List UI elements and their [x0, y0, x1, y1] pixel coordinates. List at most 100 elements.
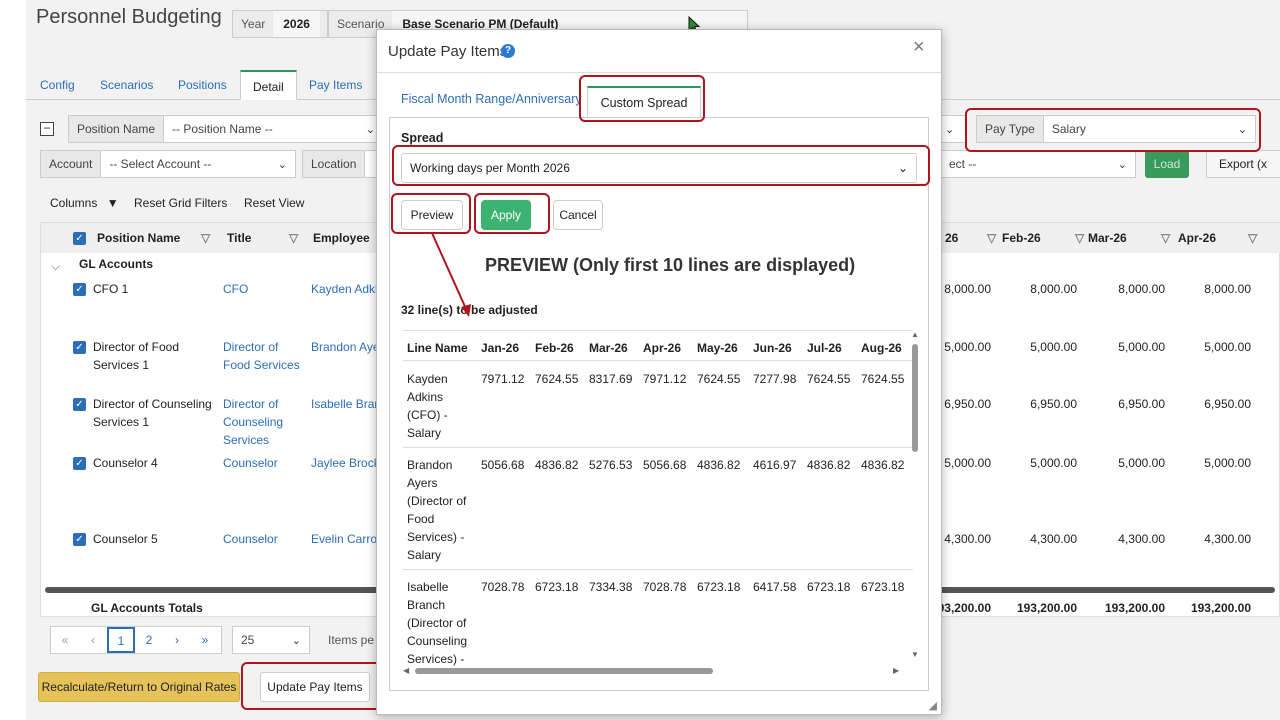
year-label: Year: [241, 17, 266, 31]
filter-icon[interactable]: ▽: [201, 223, 211, 253]
row-value[interactable]: 5,000.00: [1095, 454, 1165, 472]
row-value[interactable]: 5,000.00: [1007, 454, 1077, 472]
header-title[interactable]: Title: [227, 223, 252, 253]
highlight-preview-button: [391, 193, 471, 234]
row-employee-link[interactable]: Evelin Carroll: [311, 530, 382, 548]
row-checkbox[interactable]: ✓: [73, 533, 86, 546]
row-value[interactable]: 5,000.00: [1095, 338, 1165, 356]
group-collapse-icon[interactable]: ⌵: [51, 257, 60, 275]
row-checkbox[interactable]: ✓: [73, 457, 86, 470]
pager-first[interactable]: «: [51, 627, 79, 653]
account-label: Account: [41, 151, 102, 177]
tab-positions[interactable]: Positions: [166, 70, 239, 100]
filter-icon[interactable]: ▽: [987, 223, 997, 253]
header-employee[interactable]: Employee: [313, 223, 370, 253]
page-size-select[interactable]: 25 ⌄: [232, 626, 310, 654]
account-filter[interactable]: Account -- Select Account -- ⌄: [40, 150, 296, 178]
chevron-down-icon: ⌄: [277, 158, 287, 171]
col-line-name: Line Name: [407, 341, 468, 355]
row-checkbox[interactable]: ✓: [73, 398, 86, 411]
row-employee-link[interactable]: Brandon Ayer: [311, 338, 384, 356]
row-value[interactable]: 5,000.00: [1181, 338, 1251, 356]
row-value[interactable]: 8,000.00: [1181, 280, 1251, 298]
filter-icon[interactable]: ▽: [289, 223, 299, 253]
row-title-link[interactable]: CFO: [223, 280, 303, 298]
col-month: Jan-26: [481, 341, 520, 355]
col-month: Jun-26: [753, 341, 792, 355]
row-employee-link[interactable]: Isabelle Bran: [311, 395, 381, 413]
horizontal-scrollbar-preview[interactable]: ◀ ▶: [403, 666, 919, 676]
row-checkbox[interactable]: ✓: [73, 341, 86, 354]
header-month-3[interactable]: Mar-26: [1088, 223, 1127, 253]
scroll-up-icon[interactable]: ▲: [911, 330, 919, 339]
columns-label: Columns: [50, 196, 98, 210]
year-selector[interactable]: Year 2026: [232, 10, 328, 38]
pager-page-2[interactable]: 2: [135, 627, 163, 653]
account-value: -- Select Account --: [109, 157, 212, 171]
row-cell: 7334.38: [589, 580, 633, 594]
scroll-right-icon[interactable]: ▶: [893, 666, 899, 675]
header-position-name[interactable]: Position Name: [97, 223, 181, 253]
columns-menu[interactable]: Columns ▼: [50, 196, 119, 210]
help-icon[interactable]: ?: [501, 44, 515, 58]
filter-icon[interactable]: ▽: [1075, 223, 1085, 253]
tab-scenarios[interactable]: Scenarios: [88, 70, 165, 100]
row-cell: 4836.82: [807, 458, 851, 472]
row-value[interactable]: 4,300.00: [1095, 530, 1165, 548]
row-value[interactable]: 4,300.00: [1007, 530, 1077, 548]
vertical-scrollbar[interactable]: ▲ ▼: [911, 330, 919, 660]
resize-handle-icon[interactable]: ◢: [929, 699, 937, 712]
position-name-filter[interactable]: Position Name -- Position Name -- ⌄: [68, 115, 384, 143]
collapse-filters-button[interactable]: −: [40, 122, 54, 136]
tab-config[interactable]: Config: [28, 70, 87, 100]
row-employee-link[interactable]: Kayden Adkir: [311, 280, 382, 298]
row-line-name: Isabelle Branch (Director of Counseling …: [407, 580, 468, 666]
reset-view-button[interactable]: Reset View: [244, 196, 304, 210]
scroll-left-icon[interactable]: ◀: [403, 666, 409, 675]
row-position: CFO 1: [93, 282, 129, 296]
row-cell: 4616.97: [753, 458, 797, 472]
header-month-4[interactable]: Apr-26: [1178, 223, 1217, 253]
row-value[interactable]: 6,950.00: [1181, 395, 1251, 413]
row-cell: 4836.82: [697, 458, 741, 472]
vertical-scroll-thumb[interactable]: [912, 344, 918, 452]
cancel-button[interactable]: Cancel: [553, 200, 603, 230]
pager-last[interactable]: »: [191, 627, 219, 653]
row-value[interactable]: 8,000.00: [1095, 280, 1165, 298]
row-title-link[interactable]: Counselor: [223, 454, 303, 472]
select-all-checkbox[interactable]: ✓: [73, 232, 86, 245]
row-value[interactable]: 4,300.00: [1181, 530, 1251, 548]
preview-table: Line Name Jan-26 Feb-26 Mar-26 Apr-26 Ma…: [403, 330, 919, 668]
row-checkbox[interactable]: ✓: [73, 283, 86, 296]
reset-grid-filters-button[interactable]: Reset Grid Filters: [134, 196, 227, 210]
tab-detail[interactable]: Detail: [240, 70, 297, 100]
load-button[interactable]: Load: [1145, 150, 1189, 178]
tab-pay-items[interactable]: Pay Items: [297, 70, 374, 100]
filter-icon[interactable]: ▽: [1248, 223, 1258, 253]
horizontal-scroll-thumb[interactable]: [415, 668, 713, 674]
row-value[interactable]: 5,000.00: [1007, 338, 1077, 356]
row-value[interactable]: 5,000.00: [1181, 454, 1251, 472]
pager-next[interactable]: ›: [163, 627, 191, 653]
scroll-down-icon[interactable]: ▼: [911, 650, 919, 659]
row-title-link[interactable]: Director of Counseling Services: [223, 395, 293, 449]
row-cell: 7624.55: [807, 372, 851, 386]
row-value[interactable]: 6,950.00: [1095, 395, 1165, 413]
pager-prev[interactable]: ‹: [79, 627, 107, 653]
header-month-2[interactable]: Feb-26: [1002, 223, 1041, 253]
row-title-link[interactable]: Counselor: [223, 530, 303, 548]
close-icon[interactable]: ×: [913, 36, 925, 59]
recalculate-button[interactable]: Recalculate/Return to Original Rates: [38, 672, 240, 702]
select-filter[interactable]: ect -- ⌄: [940, 150, 1136, 178]
row-value[interactable]: 6,950.00: [1007, 395, 1077, 413]
export-button[interactable]: Export (x: [1206, 150, 1280, 178]
row-title-link[interactable]: Director of Food Services: [223, 338, 303, 374]
header-month-1[interactable]: 26: [945, 223, 959, 253]
row-employee-link[interactable]: Jaylee Brock: [311, 454, 380, 472]
row-value[interactable]: 8,000.00: [1007, 280, 1077, 298]
filter-icon[interactable]: ▽: [1161, 223, 1171, 253]
total-value: 193,200.00: [1190, 601, 1251, 615]
row-cell: 4836.82: [535, 458, 579, 472]
tab-fiscal-month-range[interactable]: Fiscal Month Range/Anniversary: [401, 92, 582, 106]
pager-page-1[interactable]: 1: [107, 627, 135, 653]
